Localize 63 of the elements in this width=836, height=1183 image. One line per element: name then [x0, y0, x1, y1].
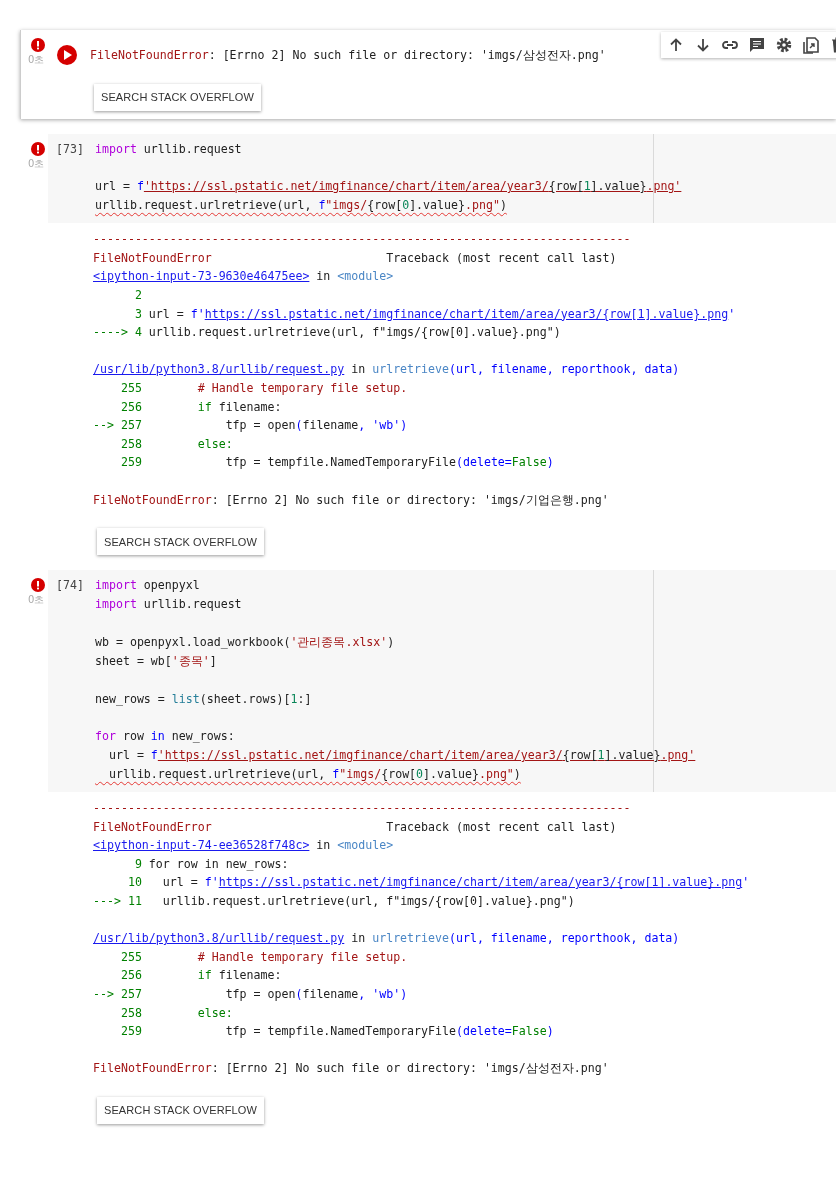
play-icon: [64, 50, 72, 60]
code-line: import urllib.request: [95, 596, 243, 613]
traceback-line: 10 url = f'https://ssl.pstatic.net/imgfinance/chart/item/area/year3/{row[1].value}.png': [126, 874, 751, 892]
execution-count: [74]: [55, 577, 85, 595]
file-link[interactable]: <ipython-input-73-9630e46475ee>: [93, 269, 310, 284]
search-stack-overflow-button[interactable]: SEARCH STACK OVERFLOW: [97, 1096, 264, 1124]
traceback-line: 3 url = f'https://ssl.pstatic.net/imgfinance/chart/item/area/year3/{row[1].value}.png': [133, 305, 737, 323]
error-message: FileNotFoundError: [Errno 2] No such file or directory: 'imgs/삼성전자.png': [93, 1060, 609, 1078]
url-link[interactable]: https://ssl.pstatic.net/imgfinance/chart/item/area/year3/{row[1].value}.png: [218, 875, 743, 890]
execution-count: [73]: [55, 140, 85, 158]
mirror-cell-button[interactable]: [800, 35, 822, 55]
error-name: FileNotFoundError: [93, 818, 212, 836]
traceback-line: 9 for row in new_rows:: [133, 855, 290, 873]
search-stack-overflow-button[interactable]: SEARCH STACK OVERFLOW: [94, 83, 261, 111]
traceback-title: Traceback (most recent call last): [386, 249, 617, 267]
traceback-title: Traceback (most recent call last): [386, 818, 617, 836]
traceback-location: /usr/lib/python3.8/urllib/request.py in urlretrieve(url, filename, reporthook, data): [93, 930, 681, 948]
traceback-line: 255 # Handle temporary file setup.: [119, 948, 409, 966]
traceback-line: 256 if filename:: [119, 967, 283, 985]
traceback-location: <ipython-input-73-9630e46475ee> in <module>: [93, 268, 395, 286]
code-line: new_rows = list(sheet.rows)[1:]: [95, 690, 313, 708]
error-message: FileNotFoundError: [Errno 2] No such file or directory: 'imgs/삼성전자.png': [90, 47, 606, 64]
run-button[interactable]: [57, 45, 77, 65]
traceback-rule: -----------------------------------------------------------------------------: [93, 800, 632, 818]
traceback-line: --> 257 tfp = open(filename, 'wb'): [93, 985, 409, 1003]
traceback-line: 259 tfp = tempfile.NamedTemporaryFile(delete=False): [119, 1023, 555, 1041]
code-line: wb = openpyxl.load_workbook('관리종목.xlsx'): [95, 633, 396, 651]
error-name: FileNotFoundError: [93, 249, 212, 267]
code-line: urllib.request.urlretrieve(url, f"imgs/{row[0].value}.png"): [107, 766, 521, 784]
file-link[interactable]: /usr/lib/python3.8/urllib/request.py: [93, 931, 345, 946]
execution-time: 0초: [28, 593, 45, 608]
traceback-rule: -----------------------------------------------------------------------------: [93, 231, 632, 249]
code-editor[interactable]: [73] import urllib.request url = f'https://ssl.pstatic.net/imgfinance/chart/item/area/year3/{row[1].value}.png' urllib.request.urlretrieve(url, f"imgs/{row[0].value}.png"): [48, 133, 836, 224]
traceback-line: ----> 4 urllib.request.urlretrieve(url, f"imgs/{row[0].value}.png"): [93, 324, 562, 342]
code-line: url = f'https://ssl.pstatic.net/imgfinance/chart/item/area/year3/{row[1].value}.png': [95, 178, 683, 196]
execution-time: 0초: [28, 156, 45, 171]
traceback-line: 256 if filename:: [119, 398, 283, 416]
mirror-cell-icon: [802, 36, 820, 54]
error-message: FileNotFoundError: [Errno 2] No such file or directory: 'imgs/기업은행.png': [93, 491, 609, 509]
code-line: for row in new_rows:: [95, 728, 236, 746]
traceback-line: 2: [133, 287, 143, 304]
settings-icon: [775, 36, 793, 54]
code-line: import openpyxl: [95, 577, 201, 595]
traceback-line: 259 tfp = tempfile.NamedTemporaryFile(delete=False): [119, 454, 555, 472]
traceback-line: 258 else:: [119, 1004, 234, 1022]
traceback-location: /usr/lib/python3.8/urllib/request.py in urlretrieve(url, filename, reporthook, data): [93, 361, 681, 379]
traceback-line: 255 # Handle temporary file setup.: [119, 379, 409, 397]
code-line: url = f'https://ssl.pstatic.net/imgfinance/chart/item/area/year3/{row[1].value}.png': [107, 747, 697, 765]
traceback-line: 258 else:: [119, 435, 234, 453]
url-link[interactable]: https://ssl.pstatic.net/imgfinance/chart/item/area/year3/{row[1].value}.png: [204, 306, 729, 321]
code-line: import urllib.request: [95, 140, 243, 158]
file-link[interactable]: <ipython-input-74-ee36528f748c>: [93, 838, 310, 853]
code-editor[interactable]: [48, 570, 836, 793]
traceback-line: ---> 11 urllib.request.urlretrieve(url, f"imgs/{row[0].value}.png"): [93, 893, 576, 910]
execution-time: 0초: [28, 53, 45, 67]
traceback-line: --> 257 tfp = open(filename, 'wb'): [93, 417, 409, 435]
comment-icon: [748, 36, 766, 54]
code-line: urllib.request.urlretrieve(url, f"imgs/{row[0].value}.png"): [95, 197, 507, 215]
search-stack-overflow-button[interactable]: SEARCH STACK OVERFLOW: [97, 528, 264, 556]
code-line: sheet = wb['종목']: [95, 652, 218, 670]
selected-cell[interactable]: 0초 FileNotFoundError: [Errno 2] No such file or directory: 'imgs/삼성전자.png' SEARCH STACK OVERFLOW: [20, 30, 836, 119]
traceback-location: <ipython-input-74-ee36528f748c> in <module>: [93, 837, 395, 855]
file-link[interactable]: /usr/lib/python3.8/urllib/request.py: [93, 362, 345, 377]
